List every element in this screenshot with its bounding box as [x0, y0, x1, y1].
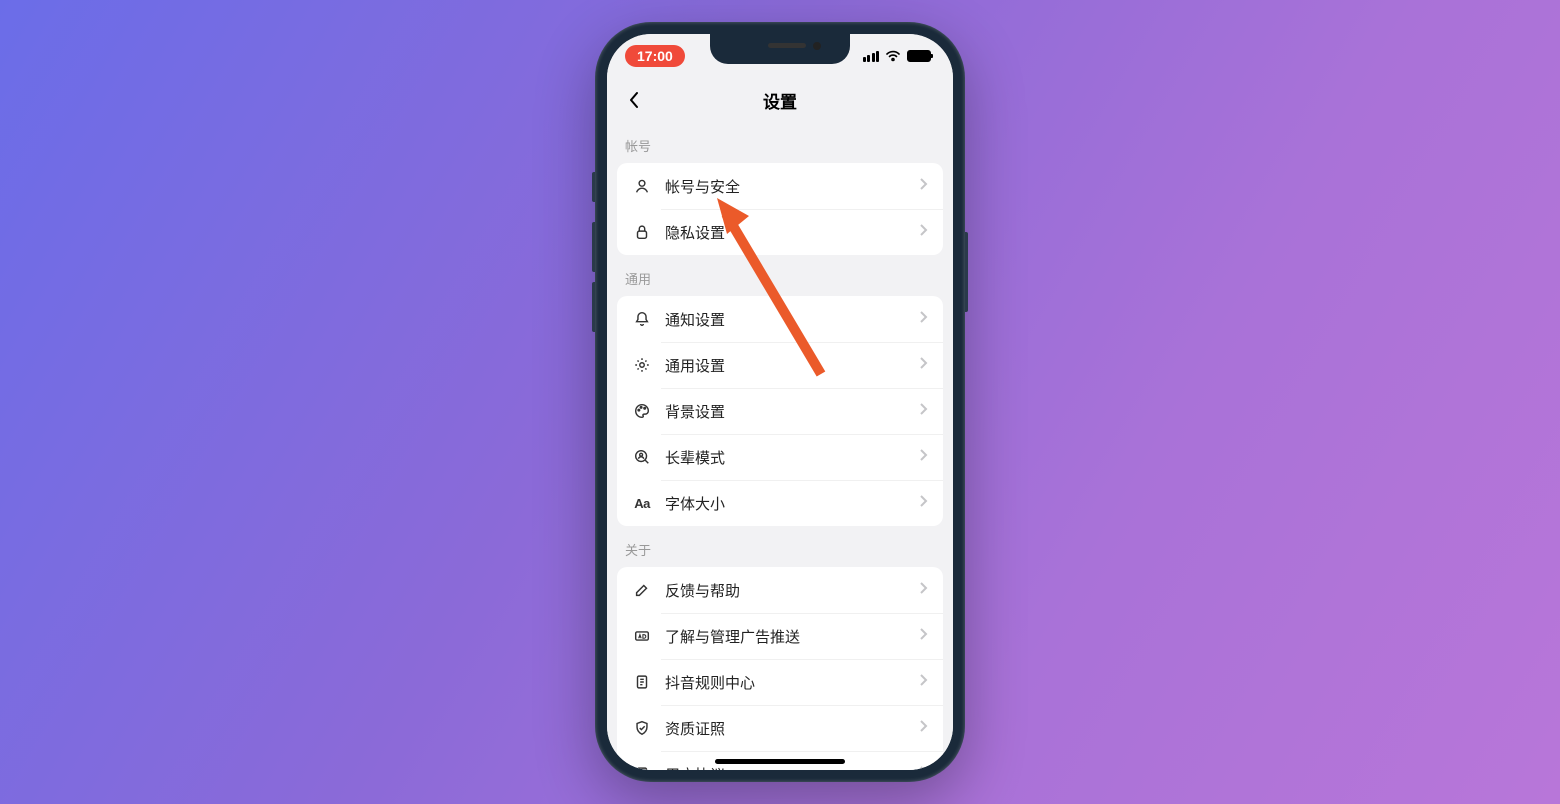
volume-switch	[592, 172, 595, 202]
volume-down-button	[592, 282, 595, 332]
row-elder-mode[interactable]: 长辈模式	[617, 434, 943, 480]
power-button	[965, 232, 968, 312]
palette-icon	[631, 400, 653, 422]
row-label: 帐号与安全	[665, 176, 919, 197]
chevron-right-icon	[919, 719, 929, 737]
row-label: 反馈与帮助	[665, 580, 919, 601]
font-size-icon: Aa	[631, 492, 653, 514]
chevron-right-icon	[919, 356, 929, 374]
row-label: 资质证照	[665, 718, 919, 739]
row-label: 通用设置	[665, 355, 919, 376]
chevron-right-icon	[919, 402, 929, 420]
row-privacy[interactable]: 隐私设置	[617, 209, 943, 255]
row-label: 抖音规则中心	[665, 672, 919, 693]
row-label: 了解与管理广告推送	[665, 626, 919, 647]
chevron-right-icon	[919, 223, 929, 241]
phone-screen: 17:00 设置 帐号 帐号与安全	[607, 34, 953, 770]
bell-icon	[631, 308, 653, 330]
row-background[interactable]: 背景设置	[617, 388, 943, 434]
ad-icon	[631, 625, 653, 647]
device-notch	[710, 34, 850, 64]
settings-group-account: 帐号与安全 隐私设置	[617, 163, 943, 255]
row-font-size[interactable]: Aa 字体大小	[617, 480, 943, 526]
edit-icon	[631, 579, 653, 601]
chevron-right-icon	[919, 177, 929, 195]
row-general-settings[interactable]: 通用设置	[617, 342, 943, 388]
magnify-person-icon	[631, 446, 653, 468]
settings-group-general: 通知设置 通用设置 背景设置 长辈模式	[617, 296, 943, 526]
section-header-general: 通用	[607, 255, 953, 296]
status-right-cluster	[863, 50, 932, 62]
settings-group-about: 反馈与帮助 了解与管理广告推送 抖音规则中心 资质证照	[617, 567, 943, 770]
row-label: 用户协议	[665, 764, 919, 771]
lock-icon	[631, 221, 653, 243]
row-ads[interactable]: 了解与管理广告推送	[617, 613, 943, 659]
phone-device-frame: 17:00 设置 帐号 帐号与安全	[595, 22, 965, 782]
navigation-bar: 设置	[607, 78, 953, 122]
back-button[interactable]	[617, 83, 651, 117]
shield-check-icon	[631, 717, 653, 739]
volume-up-button	[592, 222, 595, 272]
status-time-recording: 17:00	[625, 45, 685, 67]
person-icon	[631, 175, 653, 197]
section-header-account: 帐号	[607, 122, 953, 163]
settings-content[interactable]: 帐号 帐号与安全 隐私设置 通用 通知设置	[607, 122, 953, 770]
row-label: 通知设置	[665, 309, 919, 330]
row-notifications[interactable]: 通知设置	[617, 296, 943, 342]
chevron-right-icon	[919, 310, 929, 328]
battery-icon	[907, 50, 931, 62]
row-rules[interactable]: 抖音规则中心	[617, 659, 943, 705]
chevron-right-icon	[919, 765, 929, 770]
row-label: 长辈模式	[665, 447, 919, 468]
chevron-right-icon	[919, 673, 929, 691]
chevron-right-icon	[919, 494, 929, 512]
chevron-left-icon	[628, 91, 640, 109]
row-label: 背景设置	[665, 401, 919, 422]
home-indicator[interactable]	[715, 759, 845, 764]
row-label: 字体大小	[665, 493, 919, 514]
chevron-right-icon	[919, 581, 929, 599]
row-feedback[interactable]: 反馈与帮助	[617, 567, 943, 613]
document-icon	[631, 763, 653, 770]
row-account-security[interactable]: 帐号与安全	[617, 163, 943, 209]
cellular-signal-icon	[863, 51, 880, 62]
wifi-icon	[885, 50, 901, 62]
chevron-right-icon	[919, 448, 929, 466]
chevron-right-icon	[919, 627, 929, 645]
gear-icon	[631, 354, 653, 376]
row-credentials[interactable]: 资质证照	[617, 705, 943, 751]
section-header-about: 关于	[607, 526, 953, 567]
page-title: 设置	[763, 88, 797, 113]
row-label: 隐私设置	[665, 222, 919, 243]
rules-icon	[631, 671, 653, 693]
